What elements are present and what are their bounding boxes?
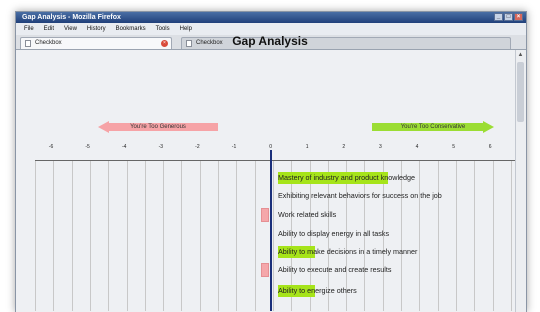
grid-line: [437, 161, 439, 311]
gap-item-label: Ability to make decisions in a timely ma…: [278, 247, 418, 256]
maximize-button[interactable]: □: [504, 13, 513, 21]
scale-label: 2: [342, 144, 346, 150]
scale-label: 3: [379, 144, 382, 150]
scale-label: -2: [195, 144, 200, 150]
window-title: Gap Analysis - Mozilla Firefox: [22, 14, 121, 21]
grid-line: [71, 161, 73, 311]
grid-line: [419, 161, 421, 311]
scale-label: -3: [158, 144, 164, 150]
gap-item: Exhibiting relevant behaviors for succes…: [278, 190, 442, 202]
gap-item: Work related skills: [278, 209, 336, 221]
grid-line: [144, 161, 146, 311]
grid-line: [53, 161, 55, 311]
gap-item-label: Ability to execute and create results: [278, 265, 392, 274]
zero-line: [270, 150, 272, 311]
scale-label: 4: [415, 144, 419, 150]
grid-line: [510, 161, 512, 311]
window-controls: _ □ ×: [494, 13, 523, 21]
close-window-button[interactable]: ×: [514, 13, 523, 21]
right-arrow-icon: [483, 121, 494, 133]
title-bar: Gap Analysis - Mozilla Firefox _ □ ×: [16, 12, 526, 23]
too-generous-label: You're Too Generous: [130, 124, 186, 130]
too-conservative-arrow: You're Too Conservative: [372, 121, 494, 133]
scale-label: -1: [231, 144, 237, 150]
grid-line: [492, 161, 494, 311]
page-title: Gap Analysis: [232, 34, 308, 48]
gap-item-label: Ability to display energy in all tasks: [278, 229, 390, 238]
menu-tools[interactable]: Tools: [156, 26, 170, 32]
grid-line: [474, 161, 476, 311]
scale-label: -5: [85, 144, 90, 150]
minimize-button[interactable]: _: [494, 13, 503, 21]
scale-label: -4: [121, 144, 127, 150]
grid-line: [272, 161, 274, 311]
scale-label: 5: [452, 144, 455, 150]
scale-label: 1: [305, 144, 309, 150]
gap-item-label: Mastery of industry and product knowledg…: [278, 173, 416, 182]
scroll-thumb[interactable]: [517, 62, 524, 122]
too-generous-arrow: You're Too Generous: [98, 121, 218, 133]
gap-item-label: Work related skills: [278, 210, 337, 219]
gap-item: Ability to energize others: [278, 285, 357, 297]
grid-line: [108, 161, 110, 311]
grid-line: [163, 161, 165, 311]
scroll-up-icon[interactable]: ▲: [517, 52, 524, 59]
grid-line: [199, 161, 201, 311]
grid-line: [126, 161, 128, 311]
menu-bookmarks[interactable]: Bookmarks: [116, 26, 146, 32]
gap-item: Ability to execute and create results: [278, 264, 391, 276]
grid-line: [35, 161, 36, 311]
gap-item: Ability to display energy in all tasks: [278, 228, 389, 240]
menu-history[interactable]: History: [87, 26, 106, 32]
too-conservative-label: You're Too Conservative: [400, 124, 466, 130]
menu-edit[interactable]: Edit: [44, 26, 54, 32]
grid-line: [455, 161, 457, 311]
gap-item-label: Exhibiting relevant behaviors for succes…: [278, 191, 442, 200]
menu-file[interactable]: File: [24, 26, 34, 32]
gap-item-label: Ability to energize others: [278, 286, 357, 295]
grid-line: [254, 161, 256, 311]
grid-line: [218, 161, 219, 311]
grid-line: [236, 161, 238, 311]
scale-label: -6: [48, 144, 54, 150]
menu-view[interactable]: View: [64, 26, 77, 32]
negative-gap-marker: [261, 263, 269, 277]
scale-label: 6: [488, 144, 492, 150]
menu-help[interactable]: Help: [180, 26, 192, 32]
grid-line: [89, 161, 91, 311]
gap-item: Mastery of industry and product knowledg…: [278, 172, 415, 184]
grid-line: [181, 161, 183, 311]
left-arrow-icon: [98, 121, 109, 133]
gap-item: Ability to make decisions in a timely ma…: [278, 246, 417, 258]
negative-gap-marker: [261, 208, 269, 222]
